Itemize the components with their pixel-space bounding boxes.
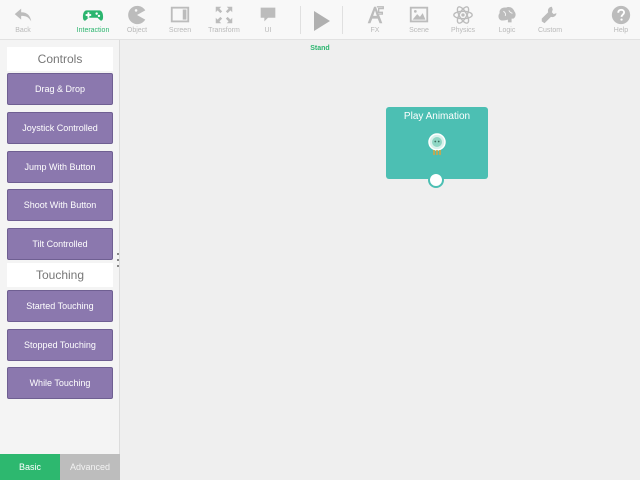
tab-physics[interactable]: Physics (447, 0, 479, 40)
section-header-controls: Controls (7, 47, 113, 71)
help-label: Help (613, 27, 629, 34)
block-stopped-touching[interactable]: Stopped Touching (7, 329, 113, 361)
block-joystick-controlled[interactable]: Joystick Controlled (7, 112, 113, 144)
tab-screen-label: Screen (168, 27, 192, 34)
play-icon (314, 11, 330, 31)
block-drag-drop[interactable]: Drag & Drop (7, 73, 113, 105)
help-icon (611, 5, 631, 25)
block-shoot-with-button[interactable]: Shoot With Button (7, 189, 113, 221)
tab-physics-label: Physics (450, 27, 476, 34)
expand-icon (215, 6, 233, 24)
block-while-touching[interactable]: While Touching (7, 367, 113, 399)
back-label: Back (15, 27, 31, 34)
play-animation-block[interactable]: Play Animation (386, 107, 488, 179)
tab-transform-label: Transform (208, 27, 240, 34)
block-tilt-controlled[interactable]: Tilt Controlled (7, 228, 113, 260)
top-toolbar: Back Interaction Object Screen Transform (0, 0, 640, 40)
image-icon (409, 6, 429, 23)
character-thumbnail-icon (428, 133, 446, 155)
tab-logic[interactable]: Logic (494, 0, 520, 40)
block-palette-sidebar: Controls Drag & Drop Joystick Controlled… (0, 40, 120, 480)
tab-advanced[interactable]: Advanced (60, 454, 120, 480)
tab-object[interactable]: Object (123, 0, 151, 40)
back-arrow-icon (14, 8, 32, 22)
tab-fx[interactable]: FX (362, 0, 388, 40)
wrench-icon (541, 6, 557, 24)
scripting-canvas[interactable] (121, 40, 640, 480)
block-output-connector[interactable] (428, 172, 444, 188)
tab-fx-label: FX (370, 27, 380, 34)
tab-object-label: Object (126, 27, 148, 34)
sidebar-resize-handle[interactable] (116, 253, 119, 267)
fx-icon (367, 6, 384, 24)
block-title: Play Animation (403, 111, 471, 122)
tab-scene[interactable]: Scene (405, 0, 433, 40)
tab-ui-label: UI (264, 27, 272, 34)
back-button[interactable]: Back (8, 0, 38, 40)
screen-icon (170, 6, 190, 23)
section-header-touching: Touching (7, 263, 113, 287)
toolbar-divider (300, 6, 301, 34)
help-button[interactable]: Help (608, 0, 634, 40)
palette-tabs: Basic Advanced (0, 454, 120, 480)
gamepad-icon (82, 10, 104, 21)
tab-interaction-label: Interaction (76, 27, 110, 34)
tab-logic-label: Logic (498, 27, 516, 34)
tab-scene-label: Scene (409, 27, 429, 34)
tab-basic[interactable]: Basic (0, 454, 60, 480)
tab-custom[interactable]: Custom (535, 0, 565, 40)
atom-icon (453, 6, 473, 24)
pacman-icon (128, 5, 146, 25)
block-started-touching[interactable]: Started Touching (7, 290, 113, 322)
play-button[interactable] (306, 6, 336, 36)
tab-screen[interactable]: Screen (166, 0, 194, 40)
speech-bubble-icon (260, 7, 276, 22)
block-jump-with-button[interactable]: Jump With Button (7, 151, 113, 183)
toolbar-divider (342, 6, 343, 34)
tab-transform[interactable]: Transform (206, 0, 242, 40)
tab-ui[interactable]: UI (255, 0, 281, 40)
brain-icon (498, 6, 516, 23)
tab-custom-label: Custom (537, 27, 563, 34)
tab-interaction[interactable]: Interaction (74, 0, 112, 40)
